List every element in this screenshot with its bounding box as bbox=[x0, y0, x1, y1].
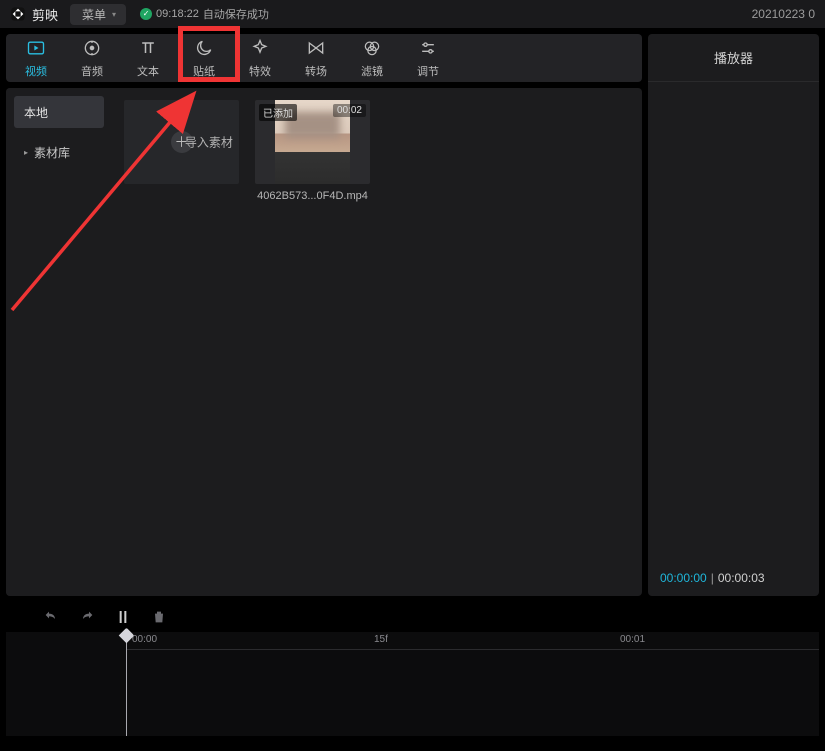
check-icon: ✓ bbox=[140, 8, 152, 20]
media-sidebar: 本地 ▸ 素材库 bbox=[6, 88, 112, 596]
sidebar-item-local[interactable]: 本地 bbox=[14, 96, 104, 128]
main-area: 视频 音频 文本 贴纸 bbox=[0, 28, 825, 596]
delete-button[interactable] bbox=[150, 608, 168, 626]
tab-audio-label: 音频 bbox=[81, 63, 103, 79]
filter-venn-icon bbox=[362, 38, 382, 61]
import-thumb: ＋ 导入素材 bbox=[124, 100, 239, 184]
player-title: 播放器 bbox=[648, 34, 819, 82]
tab-video[interactable]: 视频 bbox=[12, 38, 60, 78]
clip-duration: 00:02 bbox=[333, 104, 366, 117]
tab-transition[interactable]: 转场 bbox=[292, 38, 340, 78]
triangle-right-icon: ▸ bbox=[24, 148, 28, 157]
timeline-ruler[interactable]: 00:00 15f 00:01 bbox=[126, 632, 819, 650]
tab-adjust[interactable]: 调节 bbox=[404, 38, 452, 78]
timeline-panel: 00:00 15f 00:01 bbox=[0, 596, 825, 746]
sticker-moon-icon bbox=[194, 38, 214, 61]
timeline-toolbar bbox=[6, 602, 819, 632]
tab-text[interactable]: 文本 bbox=[124, 38, 172, 78]
audio-disc-icon bbox=[82, 38, 102, 61]
split-button[interactable] bbox=[114, 608, 132, 626]
transition-icon bbox=[306, 38, 326, 61]
player-timecode: 00:00:00 | 00:00:03 bbox=[648, 560, 819, 596]
ruler-tick-1s: 00:01 bbox=[620, 634, 645, 645]
media-panel: 视频 音频 文本 贴纸 bbox=[6, 34, 642, 596]
text-icon bbox=[138, 38, 158, 61]
tab-text-label: 文本 bbox=[137, 63, 159, 79]
media-clip-tile[interactable]: 已添加 00:02 4062B573...0F4D.mp4 bbox=[255, 100, 370, 202]
ruler-tick-mid: 15f bbox=[374, 634, 388, 645]
sidebar-item-label: 本地 bbox=[24, 104, 48, 121]
import-label: 导入素材 bbox=[185, 134, 233, 151]
tab-filter[interactable]: 滤镜 bbox=[348, 38, 396, 78]
media-body: 本地 ▸ 素材库 ＋ 导入素材 bbox=[6, 88, 642, 596]
clip-filename: 4062B573...0F4D.mp4 bbox=[257, 190, 368, 202]
video-play-icon bbox=[26, 38, 46, 61]
player-time-total: 00:00:03 bbox=[718, 571, 765, 585]
playhead[interactable] bbox=[126, 632, 127, 736]
autosave-status: ✓ 09:18:22 自动保存成功 bbox=[140, 6, 269, 22]
import-media-tile[interactable]: ＋ 导入素材 bbox=[124, 100, 239, 184]
redo-button[interactable] bbox=[78, 608, 96, 626]
tab-filter-label: 滤镜 bbox=[361, 63, 383, 79]
tab-adjust-label: 调节 bbox=[417, 63, 439, 79]
clip-thumb: 已添加 00:02 bbox=[255, 100, 370, 184]
tab-audio[interactable]: 音频 bbox=[68, 38, 116, 78]
sidebar-item-label: 素材库 bbox=[34, 144, 70, 161]
titlebar: 剪映 菜单 ▾ ✓ 09:18:22 自动保存成功 20210223 0 bbox=[0, 0, 825, 28]
autosave-text: 自动保存成功 bbox=[203, 6, 269, 22]
media-grid: ＋ 导入素材 已添加 00:02 4062B573...0F4D.mp4 bbox=[112, 88, 642, 596]
sidebar-item-library[interactable]: ▸ 素材库 bbox=[14, 136, 104, 168]
app-logo-icon bbox=[10, 6, 26, 22]
autosave-time: 09:18:22 bbox=[156, 8, 199, 20]
timecode-separator: | bbox=[711, 571, 714, 585]
player-panel: 播放器 00:00:00 | 00:00:03 bbox=[648, 34, 819, 596]
tab-effect-label: 特效 bbox=[249, 63, 271, 79]
tab-video-label: 视频 bbox=[25, 63, 47, 79]
player-time-current: 00:00:00 bbox=[660, 571, 707, 585]
main-menu-dropdown[interactable]: 菜单 ▾ bbox=[70, 4, 126, 25]
app-name: 剪映 bbox=[32, 5, 58, 24]
asset-tab-strip: 视频 音频 文本 贴纸 bbox=[6, 34, 642, 82]
sliders-icon bbox=[418, 38, 438, 61]
undo-button[interactable] bbox=[42, 608, 60, 626]
clip-added-badge: 已添加 bbox=[259, 104, 297, 121]
main-menu-label: 菜单 bbox=[82, 6, 106, 23]
ruler-tick-start: 00:00 bbox=[132, 634, 157, 645]
chevron-down-icon: ▾ bbox=[112, 10, 116, 19]
tab-effect[interactable]: 特效 bbox=[236, 38, 284, 78]
project-date: 20210223 0 bbox=[752, 7, 815, 21]
player-stage[interactable] bbox=[648, 82, 819, 560]
tab-sticker[interactable]: 贴纸 bbox=[180, 38, 228, 78]
tab-sticker-label: 贴纸 bbox=[193, 63, 215, 79]
tab-transition-label: 转场 bbox=[305, 63, 327, 79]
sparkle-icon bbox=[250, 38, 270, 61]
timeline-track-area[interactable]: 00:00 15f 00:01 bbox=[6, 632, 819, 736]
